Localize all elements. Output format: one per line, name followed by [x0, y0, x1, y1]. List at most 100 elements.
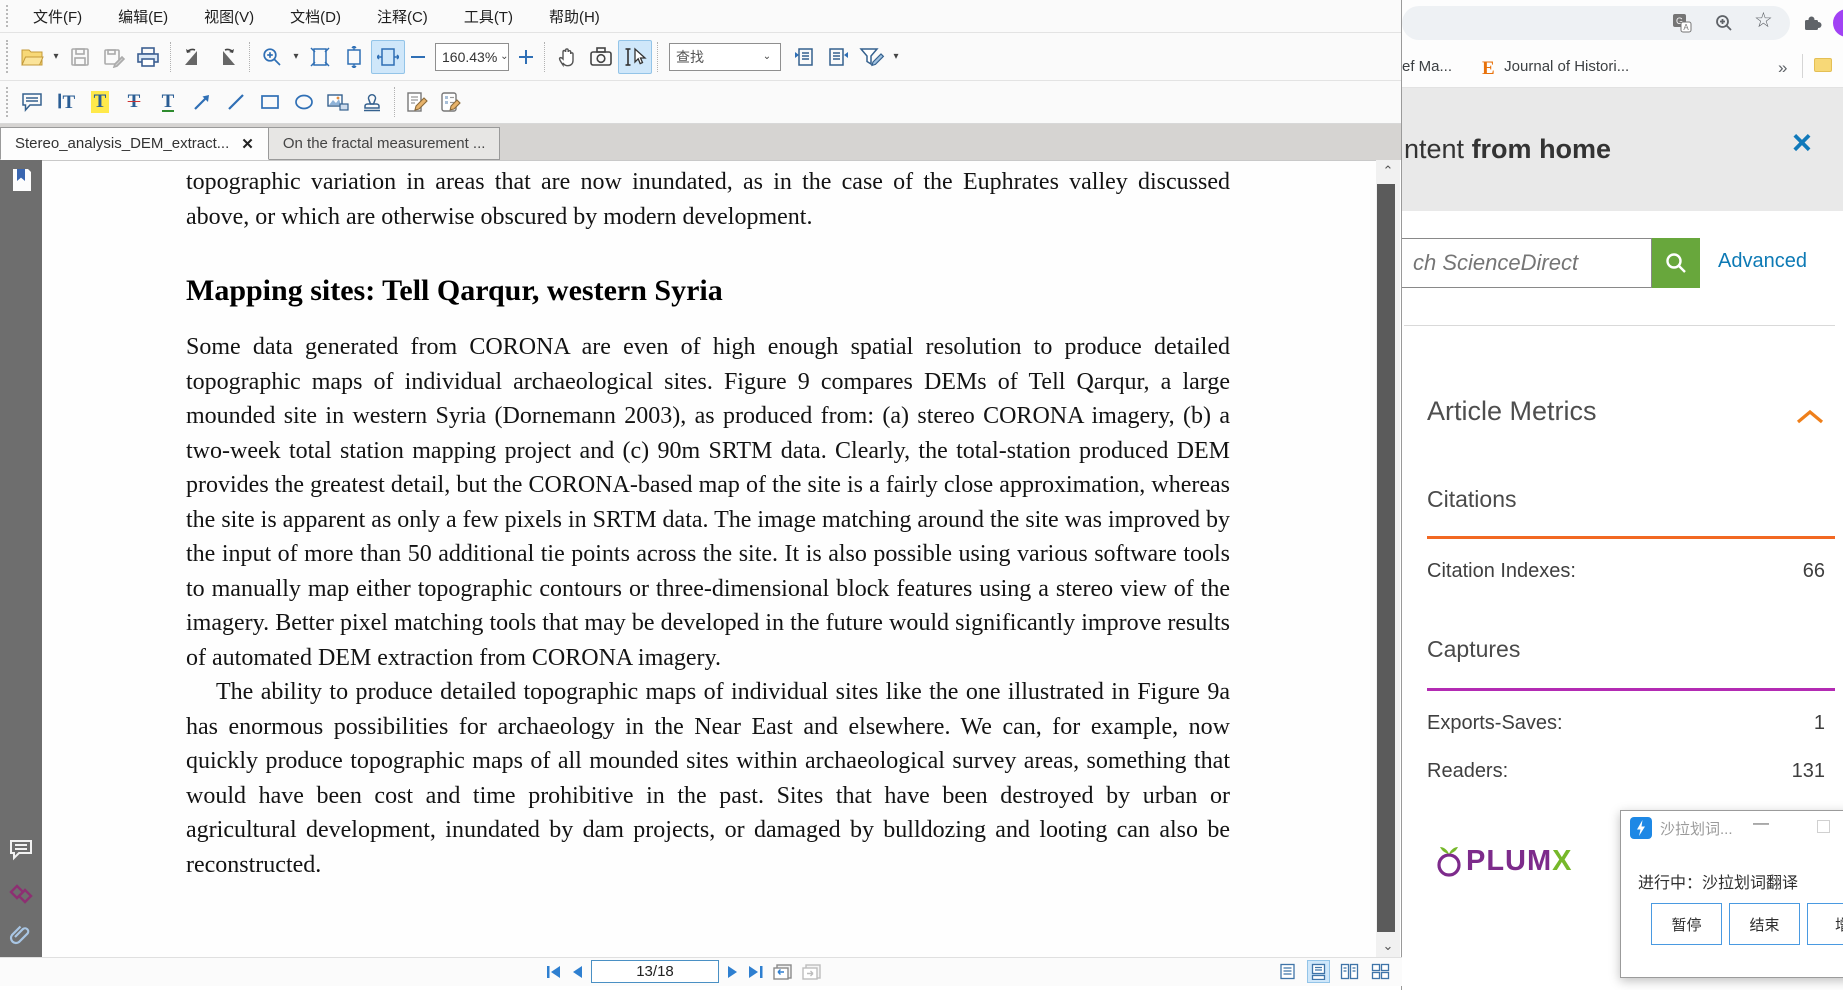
zoom-tool-dropdown[interactable]: ▾ [289, 51, 303, 62]
arrow-annotation-button[interactable] [185, 85, 219, 119]
popup-title-bar[interactable]: 沙拉划词... — [1621, 811, 1843, 845]
extensions-puzzle-icon[interactable] [1802, 12, 1824, 34]
plumx-logo[interactable]: PLUMX [1432, 843, 1572, 879]
note-comment-button[interactable] [15, 85, 49, 119]
search-button[interactable] [1652, 238, 1700, 288]
menu-file[interactable]: 文件(F) [15, 6, 100, 27]
chevron-up-icon[interactable] [1795, 408, 1825, 426]
strikethrough-button[interactable]: T [117, 85, 151, 119]
save-button[interactable] [63, 40, 97, 74]
scroll-down-icon[interactable]: ⌄ [1376, 935, 1400, 957]
increase-button[interactable]: 增 [1807, 903, 1843, 945]
rotate-left-button[interactable] [176, 40, 210, 74]
menu-edit[interactable]: 编辑(E) [100, 6, 186, 27]
strikethrough-icon: T [128, 91, 141, 113]
pause-button[interactable]: 暂停 [1651, 903, 1722, 945]
attachments-panel-icon[interactable] [7, 921, 35, 949]
stamp-annotation-button[interactable] [355, 85, 389, 119]
zoom-out-button[interactable] [405, 40, 431, 74]
tab-stereo-analysis[interactable]: Stereo_analysis_DEM_extract... ✕ [0, 127, 269, 160]
filter-comments-button[interactable] [855, 40, 889, 74]
fit-width-button[interactable] [371, 40, 405, 74]
underline-button[interactable]: T [151, 85, 185, 119]
close-icon[interactable]: × [1792, 126, 1812, 160]
zoom-level-combobox[interactable]: 160.43%⌄ [435, 43, 509, 71]
open-file-dropdown[interactable]: ▾ [49, 51, 63, 62]
bookmarks-overflow-chevron[interactable]: » [1778, 58, 1787, 78]
article-metrics-title: Article Metrics [1427, 396, 1597, 427]
destinations-panel-icon[interactable] [7, 880, 35, 908]
continuous-view-button[interactable] [1307, 960, 1330, 983]
save-as-button[interactable] [97, 40, 131, 74]
menu-comment[interactable]: 注释(C) [359, 6, 446, 27]
save-as-icon [103, 46, 125, 68]
popup-title: 沙拉划词... [1660, 818, 1733, 839]
highlight-text-button[interactable]: T [83, 85, 117, 119]
bookmark-star-icon[interactable]: ☆ [1754, 11, 1776, 33]
marquee-zoom-button[interactable] [255, 40, 289, 74]
toolbar-grip[interactable] [6, 5, 11, 27]
page-number-input[interactable]: 13/18 [591, 960, 719, 983]
pdf-page[interactable]: topographic variation in areas that are … [42, 160, 1376, 957]
advanced-search-link[interactable]: Advanced [1718, 250, 1807, 273]
menu-document[interactable]: 文档(D) [272, 6, 359, 27]
facing-view-button[interactable] [1338, 960, 1361, 983]
stop-button[interactable]: 结束 [1729, 903, 1800, 945]
browser-toolbar: GA ☆ [1396, 0, 1843, 46]
zoom-in-button[interactable] [513, 40, 539, 74]
toolbar-grip[interactable] [6, 40, 11, 73]
tab-fractal-measurement[interactable]: On the fractal measurement ... [269, 127, 501, 160]
bookmark-item-2[interactable]: E Journal of Histori... [1482, 58, 1629, 76]
insert-text-button[interactable]: ⅠT [49, 85, 83, 119]
previous-view-button[interactable] [772, 963, 794, 981]
previous-page-button[interactable] [570, 964, 584, 980]
find-next-button[interactable] [821, 40, 855, 74]
tab-label: Stereo_analysis_DEM_extract... [15, 135, 229, 152]
annotation-toolbar: ⅠT T T T [0, 81, 1401, 124]
citations-rule [1427, 536, 1835, 539]
fit-page-button[interactable] [303, 40, 337, 74]
rectangle-annotation-button[interactable] [253, 85, 287, 119]
menu-tools[interactable]: 工具(T) [446, 6, 531, 27]
filter-dropdown[interactable]: ▾ [889, 51, 903, 62]
hand-tool-button[interactable] [550, 40, 584, 74]
bookmark-item-1[interactable]: ef Ma... [1402, 58, 1452, 75]
scroll-up-icon[interactable]: ⌃ [1376, 160, 1400, 182]
translate-icon[interactable]: GA [1672, 13, 1694, 35]
ellipse-annotation-button[interactable] [287, 85, 321, 119]
print-button[interactable] [131, 40, 165, 74]
rotate-right-button[interactable] [210, 40, 244, 74]
minimize-icon[interactable]: — [1749, 815, 1773, 833]
comments-panel-icon[interactable] [7, 836, 35, 864]
form-edit-button[interactable] [434, 85, 468, 119]
first-page-button[interactable] [545, 964, 563, 980]
next-page-button[interactable] [726, 964, 740, 980]
search-input[interactable] [1400, 238, 1652, 288]
snapshot-button[interactable] [584, 40, 618, 74]
annotation-edit-button[interactable] [400, 85, 434, 119]
fit-height-button[interactable] [337, 40, 371, 74]
bookmarks-panel-icon[interactable] [7, 166, 35, 194]
menu-view[interactable]: 视图(V) [186, 6, 272, 27]
find-previous-button[interactable] [787, 40, 821, 74]
metric-value: 66 [1803, 560, 1825, 583]
continuous-facing-view-button[interactable] [1369, 960, 1392, 983]
image-annotation-button[interactable] [321, 85, 355, 119]
select-tool-button[interactable] [618, 40, 652, 74]
find-combobox[interactable]: 查找⌄ [669, 43, 781, 71]
vertical-scrollbar[interactable]: ⌃ ⌄ [1376, 160, 1400, 957]
toolbar-grip[interactable] [6, 87, 11, 116]
zoom-icon[interactable] [1714, 13, 1736, 35]
maximize-icon[interactable] [1817, 820, 1830, 833]
scrollbar-thumb[interactable] [1377, 184, 1395, 932]
last-page-button[interactable] [747, 964, 765, 980]
single-page-view-button[interactable] [1276, 960, 1299, 983]
open-file-button[interactable] [15, 40, 49, 74]
menu-help[interactable]: 帮助(H) [531, 6, 618, 27]
line-annotation-button[interactable] [219, 85, 253, 119]
close-tab-icon[interactable]: ✕ [241, 135, 254, 153]
journal-favicon: E [1482, 58, 1500, 76]
next-view-button[interactable] [801, 963, 823, 981]
bookmarks-folder-icon[interactable] [1814, 58, 1832, 72]
profile-avatar[interactable] [1833, 9, 1843, 37]
